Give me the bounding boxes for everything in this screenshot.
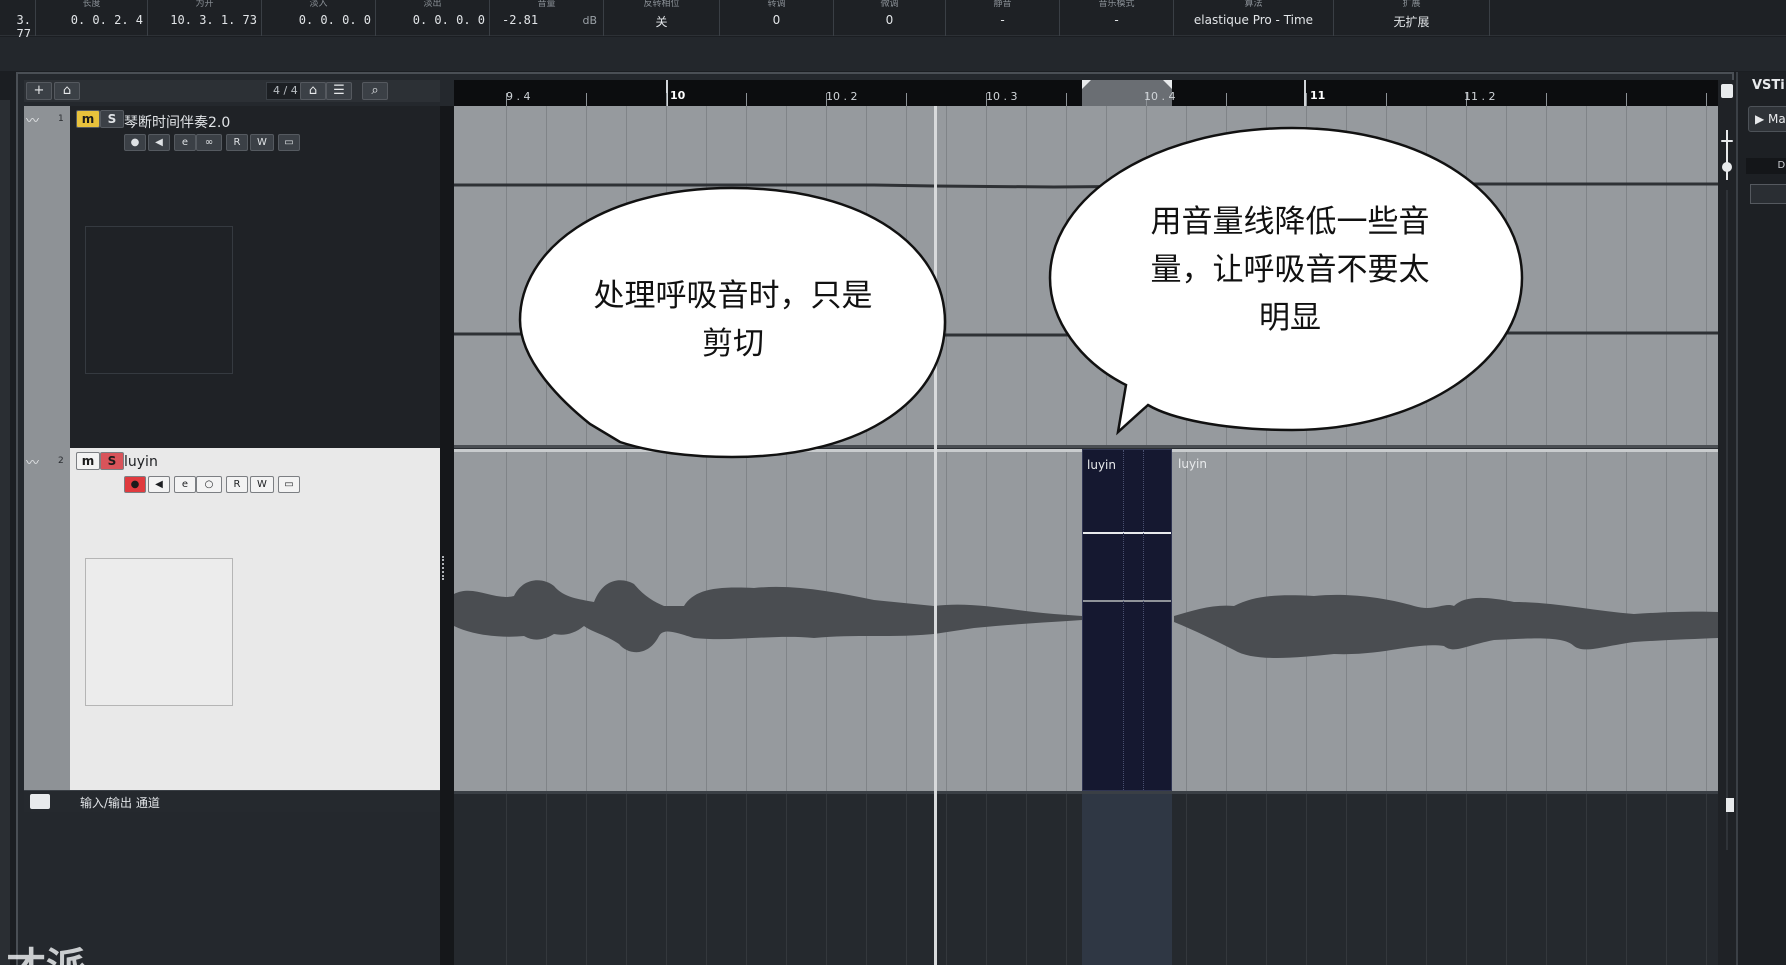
right-bubble-text: 用音量线降低一些音 量，让呼吸音不要太 明显	[1150, 204, 1430, 336]
watermark-text: 才派	[6, 935, 86, 965]
left-bubble-text: 处理呼吸音时，只是 剪切	[593, 278, 873, 362]
annotation-layer	[518, 126, 1524, 459]
